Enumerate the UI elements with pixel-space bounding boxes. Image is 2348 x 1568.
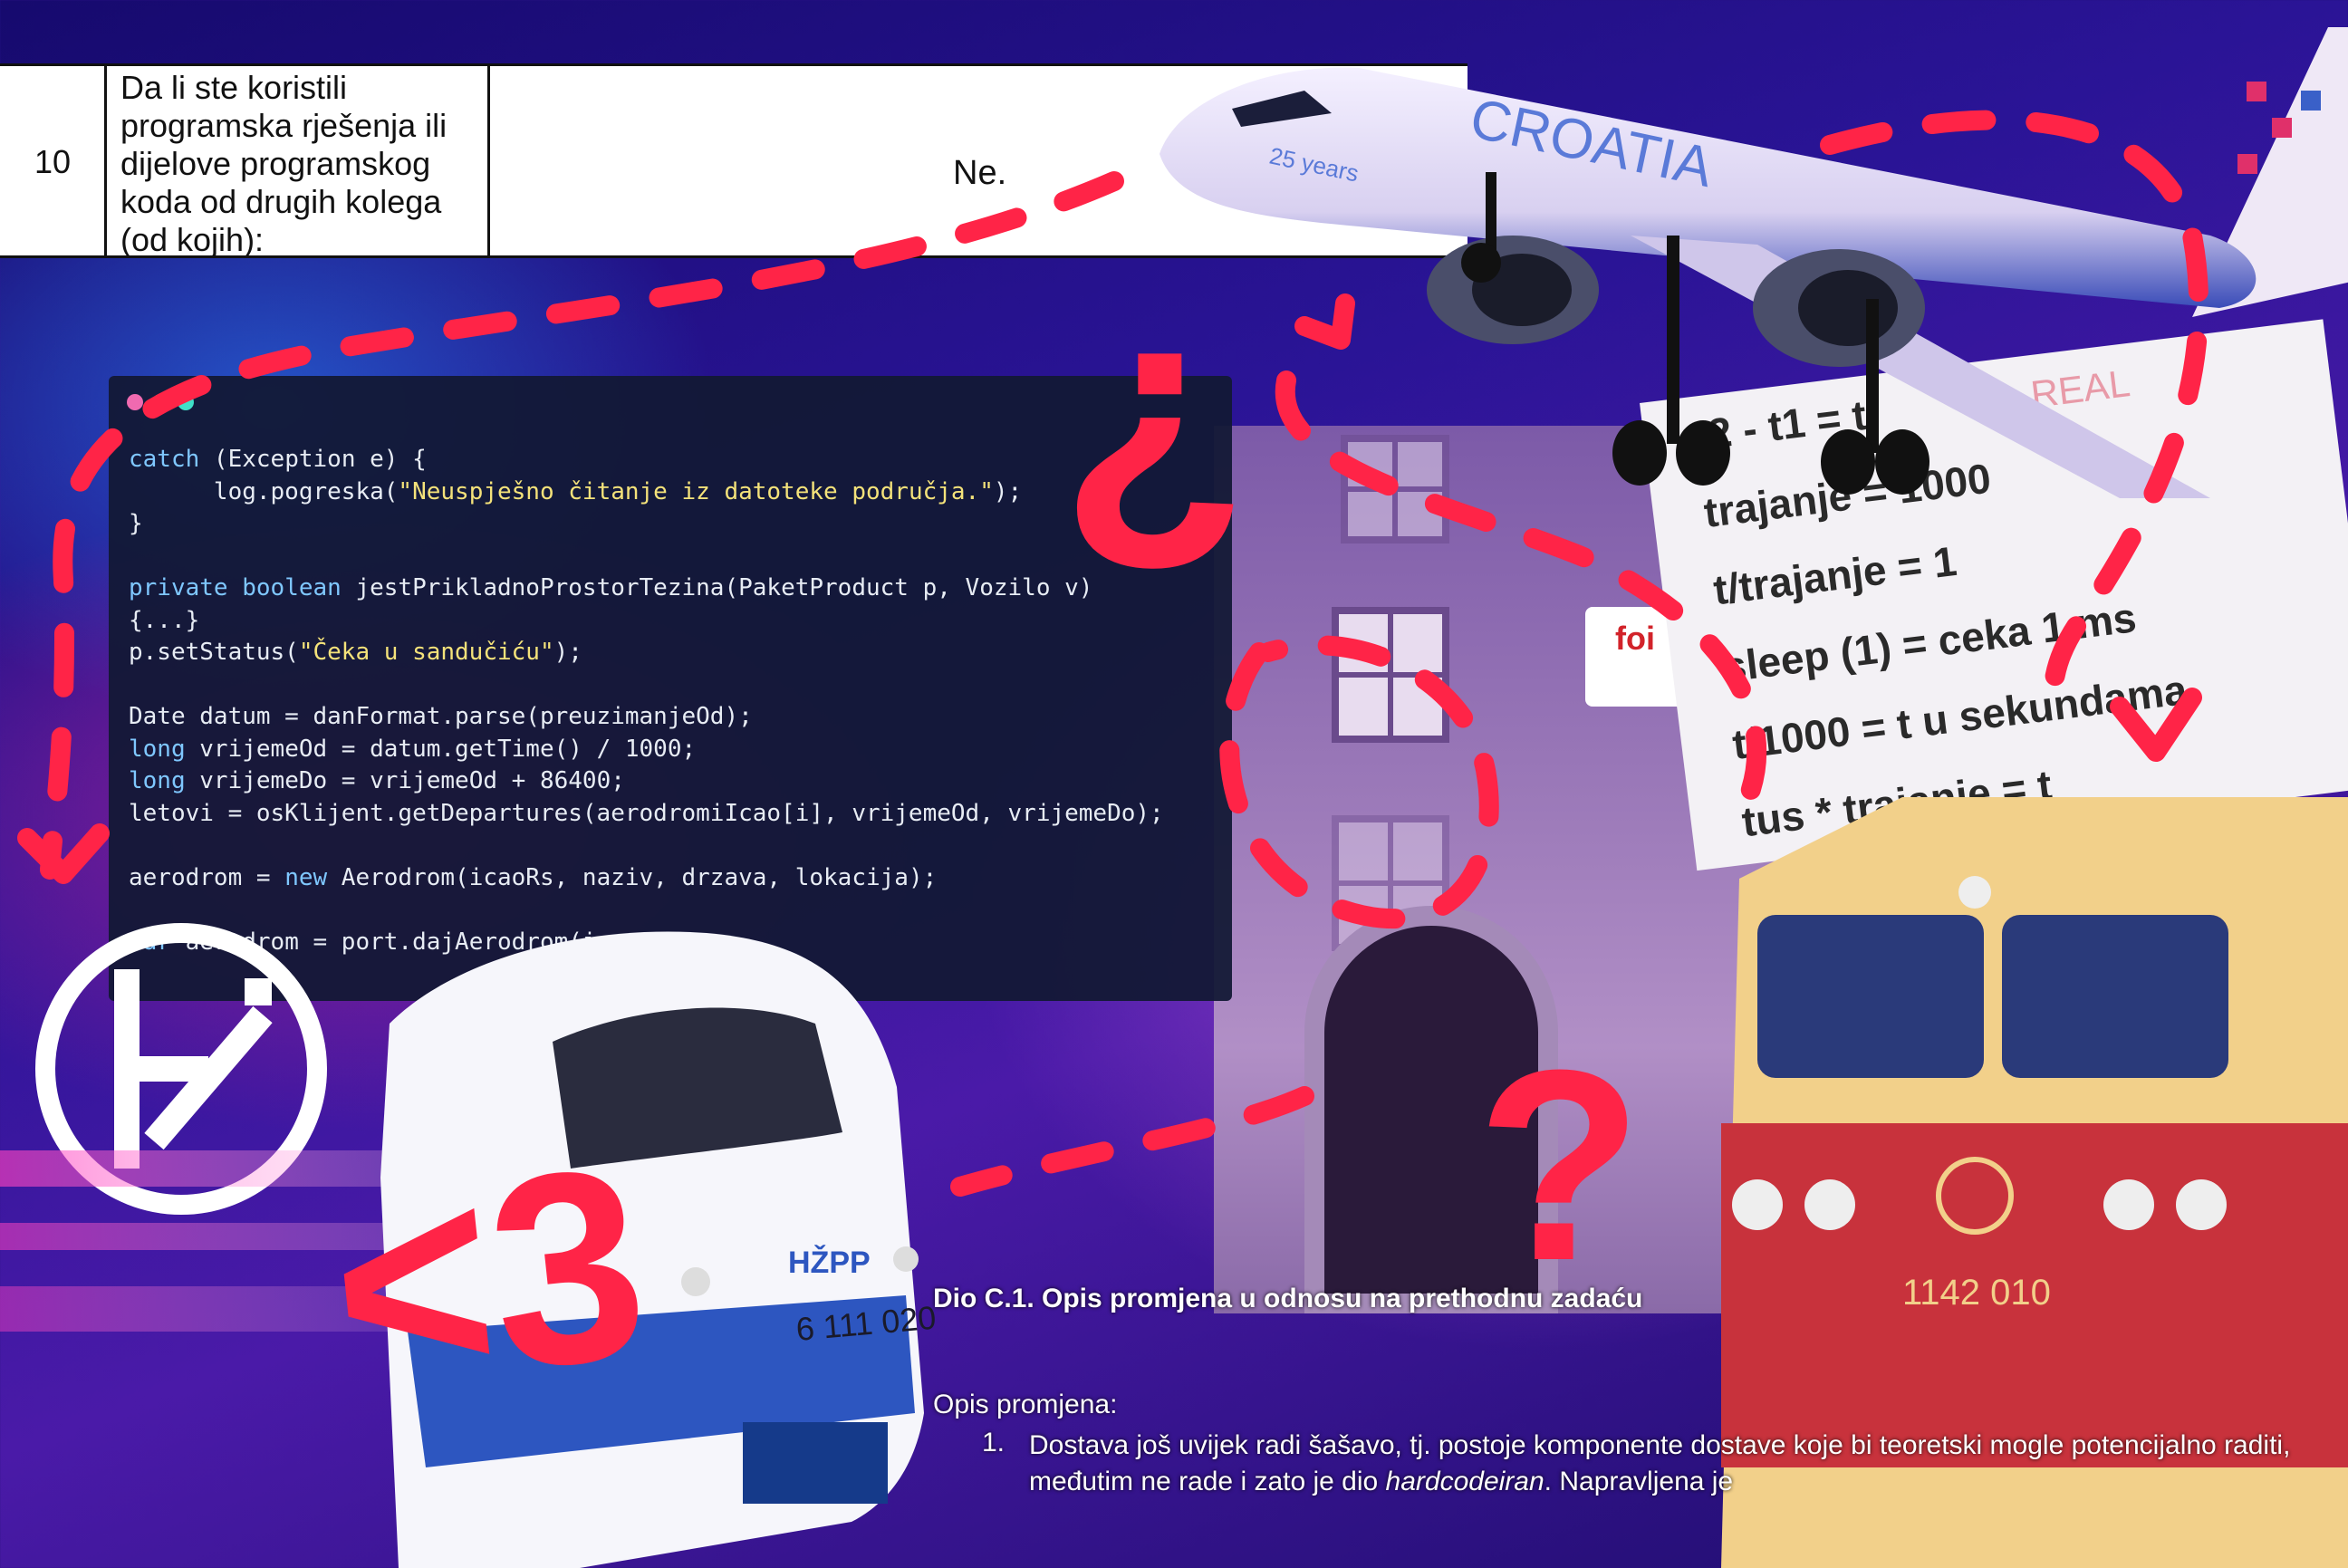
code-line: {...} xyxy=(129,606,200,634)
window-dot-pink-icon xyxy=(127,394,143,410)
code-line: } xyxy=(129,510,143,537)
doc-item-number: 1. xyxy=(982,1428,1006,1457)
table-divider-2 xyxy=(487,63,490,258)
code-line: Date datum = danFormat.parse(preuzimanje… xyxy=(129,703,753,730)
locomotive-window-left xyxy=(1757,915,1984,1078)
code-line: long vrijemeDo = vrijemeOd + 86400; xyxy=(129,767,625,794)
doc-item-text-2: . Napravljena je xyxy=(1544,1467,1734,1496)
code-line: p.setStatus("Čeka u sandučiću"); xyxy=(129,639,582,666)
window-dot-teal-icon xyxy=(178,394,194,410)
row-answer: Ne. xyxy=(953,154,1007,192)
code-line: long vrijemeOd = datum.getTime() / 1000; xyxy=(129,735,697,763)
building-arch-door xyxy=(1304,906,1558,1313)
locomotive-window-right xyxy=(2002,915,2228,1078)
code-line: aerodrom = new Aerodrom(icaoRs, naziv, d… xyxy=(129,863,938,891)
code-line: log.pogreska("Neuspješno čitanje iz dato… xyxy=(129,477,1023,505)
code-line: letovi = osKlijent.getDepartures(aerodro… xyxy=(129,799,1164,827)
code-line: private boolean jestPrikladnoProstorTezi… xyxy=(129,574,1093,601)
code-text: catch (Exception e) { log.pogreska("Neus… xyxy=(129,444,1164,958)
window-dot-yellow-icon xyxy=(152,394,168,410)
building-window xyxy=(1332,607,1449,743)
doc-heading: Dio C.1. Opis promjena u odnosu na preth… xyxy=(933,1284,1643,1313)
row-number: 10 xyxy=(34,143,72,180)
table-divider-1 xyxy=(104,63,107,258)
hzpp-passenger-train: HŽPP 6 111 020 xyxy=(0,931,938,1568)
row-question: Da li ste koristili programska rješenja … xyxy=(120,69,447,258)
doc-item-italic: hardcodeiran xyxy=(1385,1467,1544,1496)
train-brand: HŽPP xyxy=(788,1246,871,1280)
doc-item-text: Dostava još uvijek radi šašavo, tj. post… xyxy=(1029,1428,2315,1500)
croatia-airlines-plane: CROATIA 25 years xyxy=(1160,27,2348,498)
assignment-document-snippet: Dio C.1. Opis promjena u odnosu na preth… xyxy=(933,1279,2346,1560)
arrowhead-left-icon xyxy=(17,823,110,884)
code-line: catch (Exception e) { xyxy=(129,446,427,473)
doc-label: Opis promjena: xyxy=(933,1390,1118,1419)
